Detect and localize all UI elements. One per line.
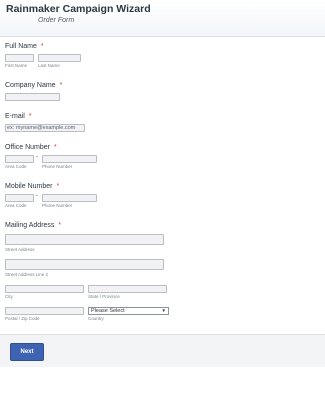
form-footer: Next bbox=[0, 334, 325, 367]
first-name-sublabel: First Name bbox=[5, 63, 28, 68]
email-input[interactable]: ex: myname@example.com bbox=[5, 124, 85, 132]
street-address-line2-sublabel: Street Address Line 2 bbox=[5, 272, 49, 277]
mailing-address-label: Mailing Address * bbox=[5, 222, 62, 229]
mobile-dash: - bbox=[36, 193, 38, 199]
first-name-input[interactable] bbox=[5, 54, 34, 62]
mobile-area-code-sublabel: Area Code bbox=[5, 203, 27, 208]
mobile-phone-sublabel: Phone Number bbox=[42, 203, 73, 208]
full-name-label: Full Name * bbox=[5, 43, 44, 50]
office-area-code-sublabel: Area Code bbox=[5, 164, 27, 169]
form-title: Rainmaker Campaign Wizard bbox=[6, 3, 151, 15]
company-name-label: Company Name * bbox=[5, 82, 63, 89]
mobile-phone-input[interactable] bbox=[42, 194, 97, 202]
form-header: Rainmaker Campaign Wizard Order Form bbox=[0, 0, 325, 37]
state-province-input[interactable] bbox=[88, 285, 167, 293]
country-select-value: Please Select bbox=[91, 308, 125, 314]
company-name-input[interactable] bbox=[5, 93, 60, 101]
street-address-line2-input[interactable] bbox=[5, 259, 164, 270]
postal-code-sublabel: Postal / Zip Code bbox=[5, 316, 40, 321]
mobile-area-code-input[interactable] bbox=[5, 194, 34, 202]
street-address-sublabel: Street Address bbox=[5, 247, 35, 252]
office-area-code-input[interactable] bbox=[5, 155, 34, 163]
state-province-sublabel: State / Province bbox=[88, 294, 120, 299]
city-input[interactable] bbox=[5, 285, 84, 293]
next-button[interactable]: Next bbox=[10, 343, 44, 361]
last-name-input[interactable] bbox=[38, 54, 81, 62]
form-body: Full Name * First Name Last Name Company … bbox=[0, 37, 325, 334]
chevron-down-icon: ▼ bbox=[161, 308, 166, 313]
office-number-label: Office Number * bbox=[5, 144, 57, 151]
last-name-sublabel: Last Name bbox=[38, 63, 60, 68]
office-phone-sublabel: Phone Number bbox=[42, 164, 73, 169]
email-label: E-mail * bbox=[5, 113, 32, 120]
postal-code-input[interactable] bbox=[5, 307, 84, 315]
office-phone-input[interactable] bbox=[42, 155, 97, 163]
form-subtitle: Order Form bbox=[38, 17, 75, 24]
office-dash: - bbox=[36, 154, 38, 160]
country-select[interactable]: Please Select ▼ bbox=[88, 307, 169, 315]
country-sublabel: Country bbox=[88, 316, 104, 321]
street-address-input[interactable] bbox=[5, 234, 164, 245]
mobile-number-label: Mobile Number * bbox=[5, 183, 60, 190]
city-sublabel: City bbox=[5, 294, 13, 299]
